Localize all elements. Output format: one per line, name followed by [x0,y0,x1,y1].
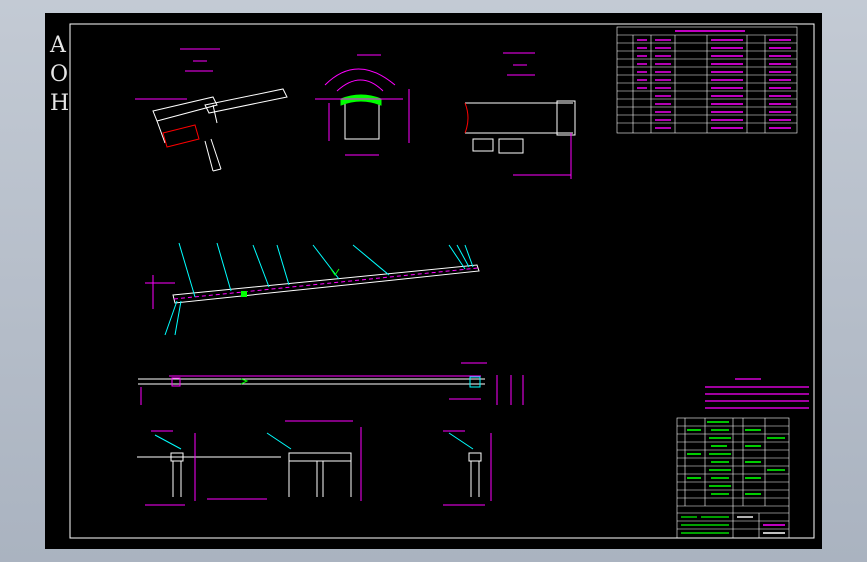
plan-view [138,362,524,405]
side-view-top-right [464,52,576,179]
inclined-arrow [330,268,340,276]
inclined-support-green [241,291,247,297]
support-right-leader [448,432,474,450]
side-reducer [498,138,524,154]
section-arc-inner [336,79,384,92]
iso-leg-foot [212,168,222,172]
inclined-conveyor-view [145,242,480,336]
iso-motor [162,124,200,148]
inclined-belt-outline [172,264,480,304]
iso-frame-edge-2 [212,104,218,124]
inclined-leaders [164,242,474,336]
inclined-belt-centerline [173,267,479,300]
support-left-leader [154,434,182,450]
parameter-table [616,26,798,134]
support-right-block [468,452,482,462]
iso-leg-2 [210,138,222,170]
section-belt-green [340,94,382,106]
plan-direction-arrow [240,378,249,385]
technical-notes [705,378,809,409]
support-center-block [288,452,352,462]
cross-section-view [315,54,410,156]
side-head-pulley-box [556,100,576,136]
iso-leg-1 [204,140,214,172]
section-arc-outer [324,68,396,86]
cad-drawing [69,23,815,539]
iso-belt-top [204,88,288,114]
parts-list-and-title-block [676,417,790,539]
side-motor [472,138,494,152]
support-center-leader [266,432,292,450]
iso-frame-edge-1 [156,120,166,144]
section-body [344,100,380,140]
side-break-line [464,102,469,134]
drawing-sheet[interactable]: A O H [45,13,822,549]
support-section-views [137,420,492,506]
isometric-view [135,48,288,172]
